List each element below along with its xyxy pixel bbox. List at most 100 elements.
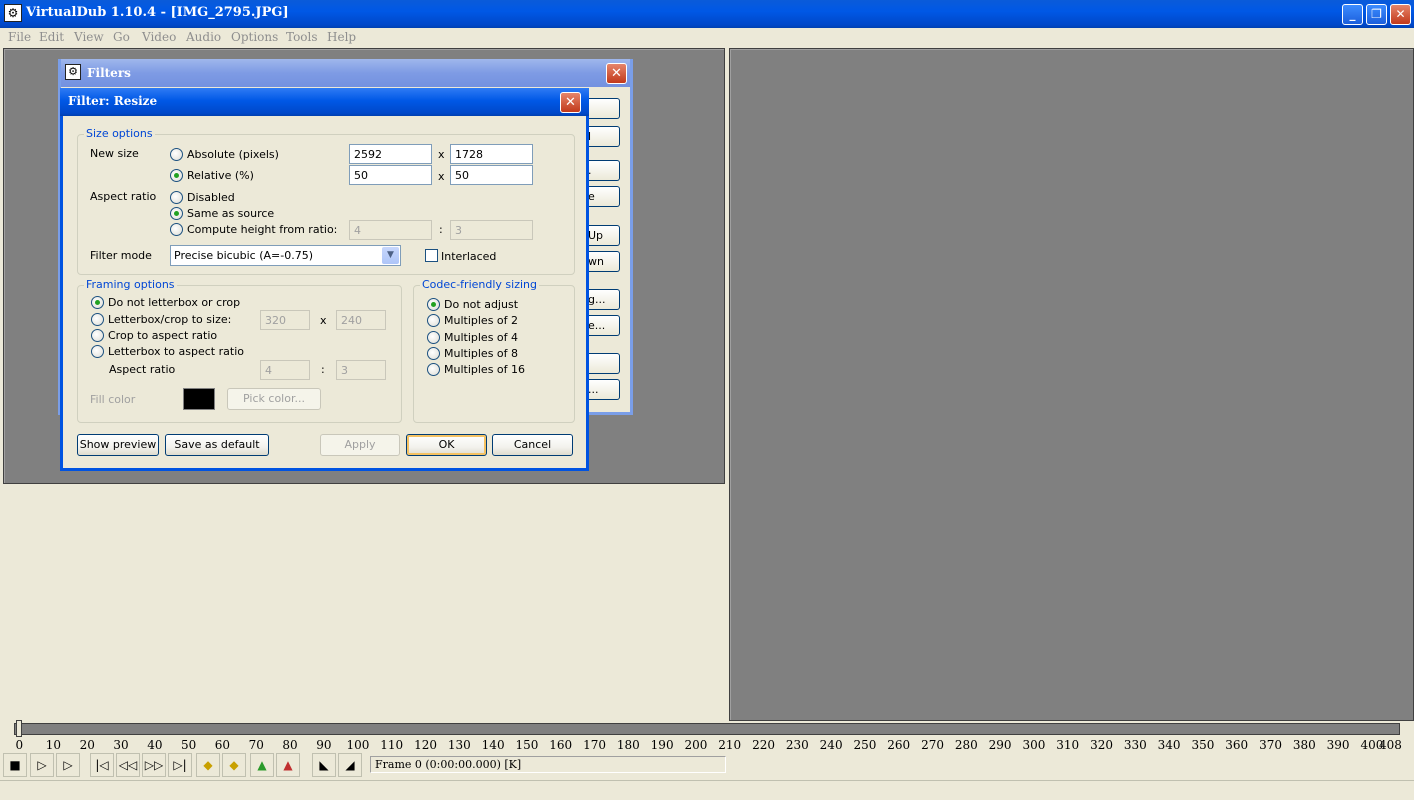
absolute-width-input[interactable]: 2592 [349, 144, 432, 164]
do-not-adjust-radio[interactable] [427, 298, 440, 311]
menu-help[interactable]: Help [327, 30, 356, 44]
resize-dialog-title: Filter: Resize [68, 94, 158, 108]
timeline-thumb[interactable] [16, 720, 22, 737]
filters-side-button[interactable]: l [586, 126, 620, 147]
letterbox-crop-radio[interactable] [91, 313, 104, 326]
mark-in-icon[interactable]: ▲ [250, 753, 274, 777]
resize-dialog: Filter: Resize ✕ Size options New size A… [60, 88, 589, 471]
play-input-icon[interactable]: ▷ [30, 753, 54, 777]
compute-height-radio[interactable] [170, 223, 183, 236]
filters-side-button[interactable]: e... [586, 315, 620, 336]
filters-close-button[interactable]: ✕ [606, 63, 627, 84]
timeline-tick-label: 100 [346, 738, 370, 752]
selection-end-icon[interactable]: ◢ [338, 753, 362, 777]
menu-go[interactable]: Go [113, 30, 130, 44]
absolute-label: Absolute (pixels) [187, 148, 279, 161]
framing-options-legend: Framing options [84, 278, 177, 291]
timeline-tick-label: 30 [113, 738, 129, 752]
ratio-b-input[interactable]: 3 [450, 220, 533, 240]
absolute-height-input[interactable]: 1728 [450, 144, 533, 164]
relative-height-input[interactable]: 50 [450, 165, 533, 185]
menu-edit[interactable]: Edit [39, 30, 64, 44]
menu-file[interactable]: File [8, 30, 31, 44]
filters-side-button[interactable] [586, 353, 620, 374]
relative-radio[interactable] [170, 169, 183, 182]
menu-view[interactable]: View [74, 30, 104, 44]
resize-title-bar[interactable]: Filter: Resize ✕ [60, 88, 589, 116]
menu-tools[interactable]: Tools [286, 30, 318, 44]
timeline-tick-label: 120 [414, 738, 437, 752]
stop-icon[interactable]: ■ [3, 753, 27, 777]
main-title-bar[interactable]: ⚙ VirtualDub 1.10.4 - [IMG_2795.JPG] _ ❐… [0, 0, 1414, 28]
go-end-icon[interactable]: ▷| [168, 753, 192, 777]
filter-mode-label: Filter mode [90, 249, 152, 262]
save-as-default-button[interactable]: Save as default [165, 434, 269, 456]
filters-side-button[interactable]: e [586, 186, 620, 207]
restore-button[interactable]: ❐ [1366, 4, 1387, 25]
next-key-icon[interactable]: ▷▷ [142, 753, 166, 777]
chevron-down-icon[interactable]: ▼ [382, 247, 399, 264]
aspect-disabled-radio[interactable] [170, 191, 183, 204]
multiples-8-radio[interactable] [427, 347, 440, 360]
filters-side-button[interactable]: g... [586, 289, 620, 310]
next-scene-icon[interactable]: ◆ [222, 753, 246, 777]
mark-out-icon[interactable]: ▲ [276, 753, 300, 777]
filters-title-bar[interactable]: ⚙ Filters ✕ [61, 59, 630, 87]
ok-button[interactable]: OK [406, 434, 487, 456]
timeline-tick-label: 390 [1326, 738, 1350, 752]
timeline-track[interactable] [14, 723, 1400, 735]
times-separator: x [320, 314, 327, 327]
crop-aspect-radio[interactable] [91, 329, 104, 342]
minimize-button[interactable]: _ [1342, 4, 1363, 25]
apply-button[interactable]: Apply [320, 434, 400, 456]
timeline-tick-label: 300 [1022, 738, 1046, 752]
timeline-tick-label: 330 [1123, 738, 1147, 752]
letterbox-aspect-label: Letterbox to aspect ratio [108, 345, 244, 358]
timeline-tick-label: 340 [1157, 738, 1181, 752]
show-preview-button[interactable]: Show preview [77, 434, 159, 456]
ratio-separator: : [321, 363, 325, 376]
resize-close-button[interactable]: ✕ [560, 92, 581, 113]
timeline-tick-label: 150 [515, 738, 539, 752]
pick-color-button[interactable]: Pick color... [227, 388, 321, 410]
menu-audio[interactable]: Audio [186, 30, 221, 44]
timeline-tick-label: 380 [1292, 738, 1316, 752]
framing-ratio-b-input[interactable]: 3 [336, 360, 386, 380]
timeline-tick-label: 70 [248, 738, 264, 752]
no-letterbox-radio[interactable] [91, 296, 104, 309]
timeline-tick-label: 50 [180, 738, 197, 752]
codec-option-label: Multiples of 2 [444, 314, 519, 327]
timeline-tick-label: 90 [316, 738, 332, 752]
output-video-pane [729, 48, 1414, 721]
codec-option-label: Multiples of 4 [444, 331, 519, 344]
letterbox-width-input[interactable]: 320 [260, 310, 310, 330]
multiples-2-radio[interactable] [427, 314, 440, 327]
cancel-button[interactable]: Cancel [492, 434, 573, 456]
prev-scene-icon[interactable]: ◆ [196, 753, 220, 777]
letterbox-height-input[interactable]: 240 [336, 310, 386, 330]
framing-ratio-a-input[interactable]: 4 [260, 360, 310, 380]
new-size-label: New size [90, 147, 139, 160]
filters-move-down-button[interactable]: wn [586, 251, 620, 272]
play-output-icon[interactable]: ▷ [56, 753, 80, 777]
same-as-source-radio[interactable] [170, 207, 183, 220]
absolute-radio[interactable] [170, 148, 183, 161]
multiples-4-radio[interactable] [427, 331, 440, 344]
filter-mode-select[interactable]: Precise bicubic (A=-0.75) ▼ [170, 245, 401, 266]
relative-width-input[interactable]: 50 [349, 165, 432, 185]
multiples-16-radio[interactable] [427, 363, 440, 376]
interlaced-checkbox[interactable] [425, 249, 438, 262]
timeline-tick-label: 0 [15, 738, 24, 752]
letterbox-aspect-radio[interactable] [91, 345, 104, 358]
go-start-icon[interactable]: |◁ [90, 753, 114, 777]
menu-video[interactable]: Video [142, 30, 176, 44]
prev-key-icon[interactable]: ◁◁ [116, 753, 140, 777]
filters-side-button[interactable]: . [586, 160, 620, 181]
filters-side-button[interactable]: ... [586, 379, 620, 400]
filters-side-button[interactable] [586, 98, 620, 119]
menu-options[interactable]: Options [231, 30, 278, 44]
selection-start-icon[interactable]: ◣ [312, 753, 336, 777]
close-button[interactable]: ✕ [1390, 4, 1411, 25]
filters-move-up-button[interactable]: Up [586, 225, 620, 246]
ratio-a-input[interactable]: 4 [349, 220, 432, 240]
